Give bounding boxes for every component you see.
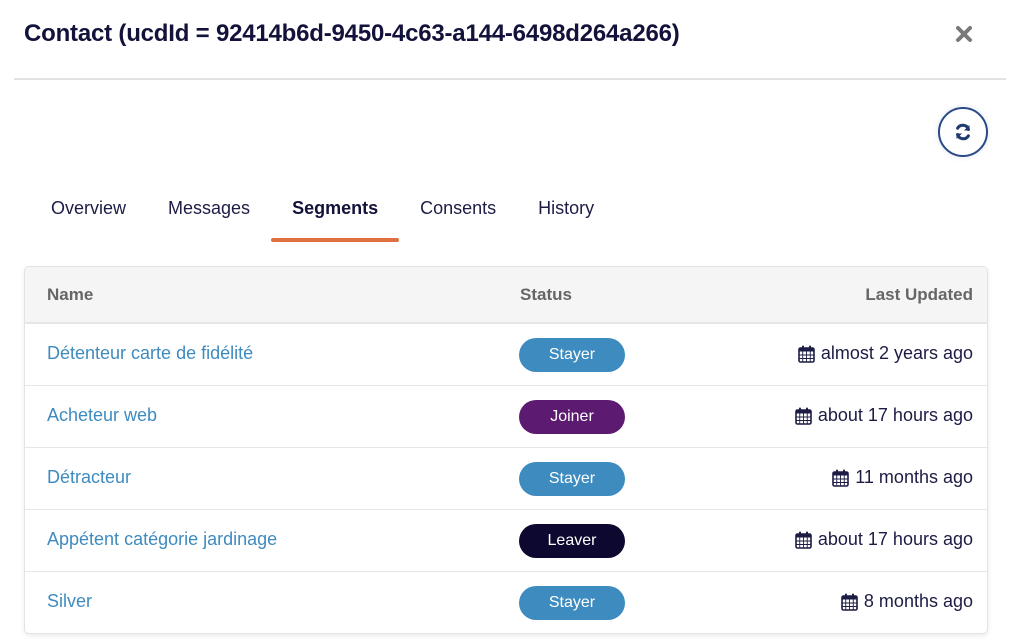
close-icon: [956, 26, 972, 42]
table-row: Détracteur Stayer 11 months ago: [25, 448, 987, 510]
table-row: Appétent catégorie jardinage Leaver abou…: [25, 510, 987, 572]
tab-overview[interactable]: Overview: [30, 190, 147, 244]
calendar-icon: [795, 531, 812, 549]
status-badge: Stayer: [519, 586, 625, 620]
segments-table: Name Status Last Updated Détenteur carte…: [24, 266, 988, 634]
refresh-button[interactable]: [938, 107, 988, 157]
column-header-last-updated: Last Updated: [865, 285, 973, 304]
column-header-name: Name: [47, 285, 94, 304]
last-updated: 8 months ago: [841, 591, 973, 612]
status-badge: Stayer: [519, 462, 625, 496]
tab-bar: Overview Messages Segments Consents Hist…: [30, 190, 615, 244]
modal-header: Contact (ucdId = 92414b6d-9450-4c63-a144…: [14, 0, 1006, 80]
last-updated-text: about 17 hours ago: [817, 405, 973, 425]
tab-consents[interactable]: Consents: [399, 190, 517, 244]
segment-name-link[interactable]: Détracteur: [47, 467, 131, 488]
refresh-icon: [956, 123, 970, 141]
last-updated-text: about 17 hours ago: [817, 529, 973, 549]
tab-history[interactable]: History: [517, 190, 615, 244]
last-updated-text: almost 2 years ago: [820, 343, 973, 363]
tab-messages[interactable]: Messages: [147, 190, 271, 244]
table-row: Acheteur web Joiner about 17 hours ago: [25, 386, 987, 448]
calendar-icon: [798, 345, 815, 363]
last-updated: 11 months ago: [832, 467, 973, 488]
last-updated: almost 2 years ago: [798, 343, 973, 364]
status-badge: Stayer: [519, 338, 625, 372]
status-badge: Joiner: [519, 400, 625, 434]
tab-segments[interactable]: Segments: [271, 190, 400, 244]
segment-name-link[interactable]: Détenteur carte de fidélité: [47, 343, 253, 364]
table-body: Détenteur carte de fidélité Stayer almos…: [25, 324, 987, 633]
last-updated-text: 11 months ago: [855, 467, 973, 487]
last-updated: about 17 hours ago: [795, 405, 973, 426]
segment-name-link[interactable]: Silver: [47, 591, 92, 612]
segment-name-link[interactable]: Acheteur web: [47, 405, 157, 426]
column-header-status: Status: [520, 285, 572, 304]
table-row: Détenteur carte de fidélité Stayer almos…: [25, 324, 987, 386]
last-updated: about 17 hours ago: [795, 529, 973, 550]
table-row: Silver Stayer 8 months ago: [25, 572, 987, 633]
calendar-icon: [795, 407, 812, 425]
status-badge: Leaver: [519, 524, 625, 558]
last-updated-text: 8 months ago: [863, 591, 973, 611]
calendar-icon: [832, 469, 850, 487]
segment-name-link[interactable]: Appétent catégorie jardinage: [47, 529, 277, 550]
calendar-icon: [841, 593, 858, 611]
table-header: Name Status Last Updated: [25, 267, 987, 324]
modal-title: Contact (ucdId = 92414b6d-9450-4c63-a144…: [24, 20, 680, 47]
close-button[interactable]: [952, 20, 976, 48]
